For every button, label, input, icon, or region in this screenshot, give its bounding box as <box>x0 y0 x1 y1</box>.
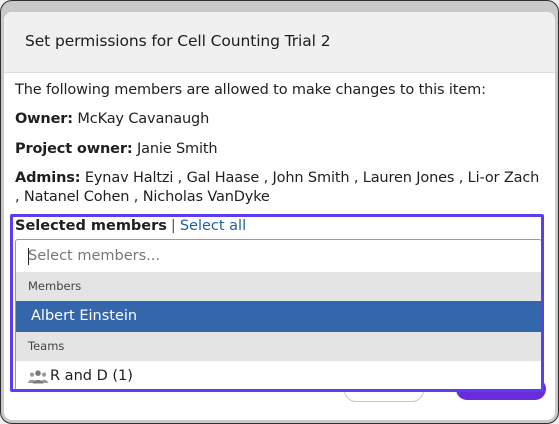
selected-members-label: Selected members <box>15 218 167 234</box>
project-owner-row: Project owner: Janie Smith <box>15 141 218 157</box>
admins-row: Admins: Eynav Haltzi , Gal Haase , John … <box>15 170 539 186</box>
select-members-input[interactable] <box>16 240 541 272</box>
admins-label: Admins: <box>15 170 81 186</box>
team-option-label: R and D (1) <box>50 368 133 384</box>
text-cursor <box>28 248 29 265</box>
intro-text: The following members are allowed to mak… <box>15 82 486 98</box>
selected-members-label-row: Selected members | Select all <box>15 218 246 234</box>
admins-value-line1: Eynav Haltzi , Gal Haase , John Smith , … <box>84 170 540 186</box>
owner-label: Owner: <box>15 111 73 127</box>
select-all-link[interactable]: Select all <box>180 218 246 234</box>
admins-value-line2: , Natanel Cohen , Nicholas VanDyke <box>15 189 270 205</box>
group-header-members: Members <box>16 272 541 301</box>
owner-value: McKay Cavanaugh <box>77 111 210 127</box>
dialog-title: Set permissions for Cell Counting Trial … <box>25 32 331 50</box>
label-separator: | <box>170 218 176 234</box>
owner-row: Owner: McKay Cavanaugh <box>15 111 209 127</box>
option-albert-einstein[interactable]: Albert Einstein <box>16 301 541 332</box>
option-team-r-and-d[interactable]: R and D (1) <box>16 361 541 390</box>
team-icon <box>28 370 48 384</box>
project-owner-value: Janie Smith <box>136 141 218 157</box>
dialog-header: Set permissions for Cell Counting Trial … <box>4 12 555 73</box>
members-dropdown: Members Albert Einstein Teams R and D (1… <box>15 239 542 391</box>
group-header-teams: Teams <box>16 332 541 361</box>
screen-frame: Set permissions for Cell Counting Trial … <box>0 0 559 424</box>
project-owner-label: Project owner: <box>15 141 133 157</box>
